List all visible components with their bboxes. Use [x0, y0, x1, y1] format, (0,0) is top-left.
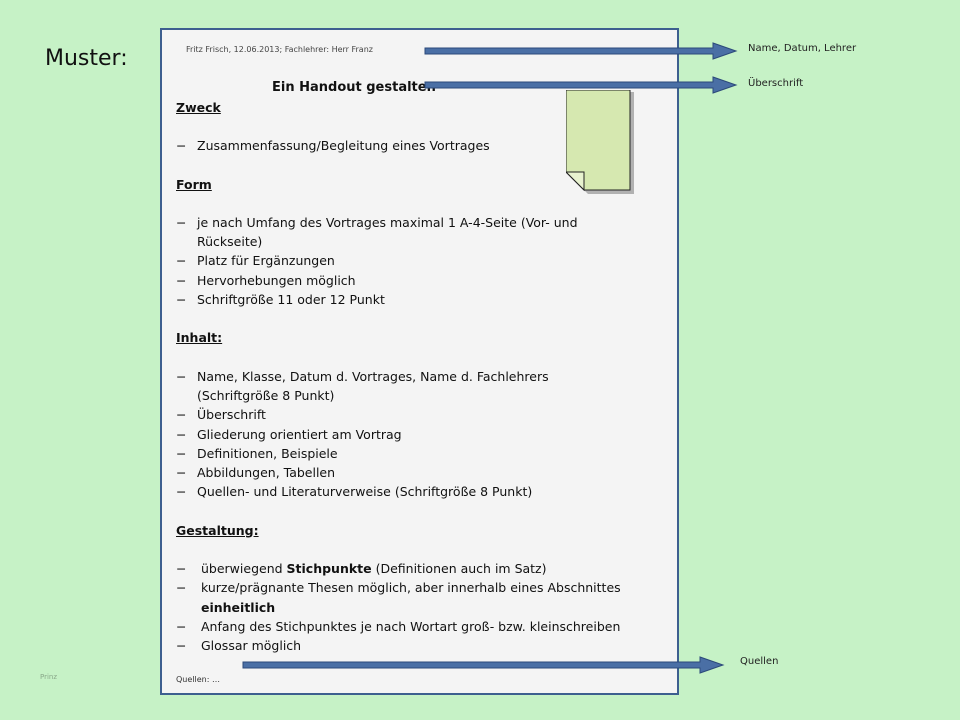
- annotation-name-date-teacher: Name, Datum, Lehrer: [748, 43, 857, 54]
- annotation-heading: Überschrift: [748, 78, 804, 89]
- arrow-sources: [242, 656, 725, 674]
- annotation-sources: Quellen: [740, 656, 779, 667]
- arrow-name-date-teacher: [424, 42, 738, 60]
- arrow-heading: [424, 76, 738, 94]
- annotation-arrows: [242, 42, 738, 674]
